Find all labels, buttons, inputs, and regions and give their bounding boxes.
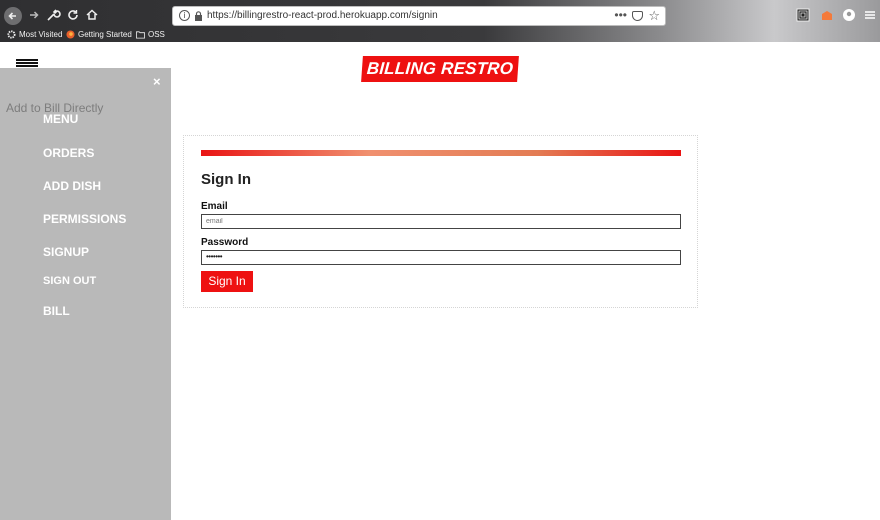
wrench-icon — [47, 9, 61, 21]
menu-icon[interactable] — [863, 8, 877, 22]
bookmark-oss[interactable]: OSS — [136, 30, 165, 39]
logo-text: BILLING RESTRO — [366, 59, 514, 78]
folder-icon — [136, 31, 145, 39]
browser-toolbar: i https://billingrestro-react-prod.herok… — [0, 0, 880, 29]
hamburger-icon[interactable] — [16, 59, 38, 68]
reload-icon — [68, 10, 78, 20]
signin-title: Sign In — [201, 171, 251, 188]
browser-chrome: i https://billingrestro-react-prod.herok… — [0, 0, 880, 42]
firefox-icon — [66, 30, 75, 39]
sidebar-item-permissions[interactable]: PERMISSIONS — [43, 212, 126, 226]
pocket-icon[interactable] — [632, 11, 643, 21]
close-icon[interactable]: × — [153, 74, 161, 89]
bookmark-label: OSS — [148, 30, 165, 39]
url-text: https://billingrestro-react-prod.herokua… — [207, 10, 438, 21]
back-arrow-icon — [8, 12, 16, 20]
signin-card: Sign In Email Password ••••••• Sign In — [183, 135, 698, 308]
forward-button[interactable] — [26, 7, 42, 23]
bookmark-most-visited[interactable]: Most Visited — [7, 30, 62, 39]
home-button[interactable] — [84, 7, 100, 23]
sidebar-item-orders[interactable]: ORDERS — [43, 146, 94, 160]
bookmark-getting-started[interactable]: Getting Started — [66, 30, 132, 39]
gear-icon — [7, 30, 16, 39]
info-icon[interactable]: i — [179, 10, 190, 21]
bookmarks-toolbar: Most Visited Getting Started OSS — [0, 29, 880, 42]
page: BILLING RESTRO × Add to Bill Directly ME… — [0, 42, 880, 520]
home-icon — [86, 9, 98, 20]
password-field[interactable]: ••••••• — [201, 250, 681, 265]
bookmark-star-icon[interactable]: ☆ — [648, 8, 660, 24]
sidebar-item-bill[interactable]: BILL — [43, 304, 70, 318]
account-icon[interactable] — [842, 8, 856, 22]
gradient-bar — [201, 150, 681, 156]
back-button[interactable] — [4, 7, 22, 25]
email-field[interactable] — [201, 214, 681, 229]
email-label: Email — [201, 201, 228, 212]
forward-arrow-icon — [30, 11, 39, 19]
pattern-icon[interactable] — [796, 8, 810, 22]
extension-icon[interactable] — [820, 8, 834, 22]
sidebar-item-sign-out[interactable]: SIGN OUT — [43, 275, 96, 287]
address-bar[interactable]: i https://billingrestro-react-prod.herok… — [172, 6, 666, 26]
bookmark-label: Getting Started — [78, 30, 132, 39]
lock-icon — [195, 11, 202, 21]
reload-button[interactable] — [65, 7, 81, 23]
password-label: Password — [201, 237, 249, 248]
page-actions-icon[interactable]: ••• — [614, 8, 627, 22]
bookmark-label: Most Visited — [19, 30, 63, 39]
sidebar-item-add-dish[interactable]: ADD DISH — [43, 179, 101, 193]
signin-button[interactable]: Sign In — [201, 271, 253, 292]
tools-button[interactable] — [45, 7, 61, 23]
app-logo: BILLING RESTRO — [361, 56, 519, 82]
sidebar: × Add to Bill Directly MENU ORDERS ADD D… — [0, 68, 171, 520]
sidebar-item-menu[interactable]: MENU — [43, 112, 78, 126]
sidebar-item-signup[interactable]: SIGNUP — [43, 245, 89, 259]
